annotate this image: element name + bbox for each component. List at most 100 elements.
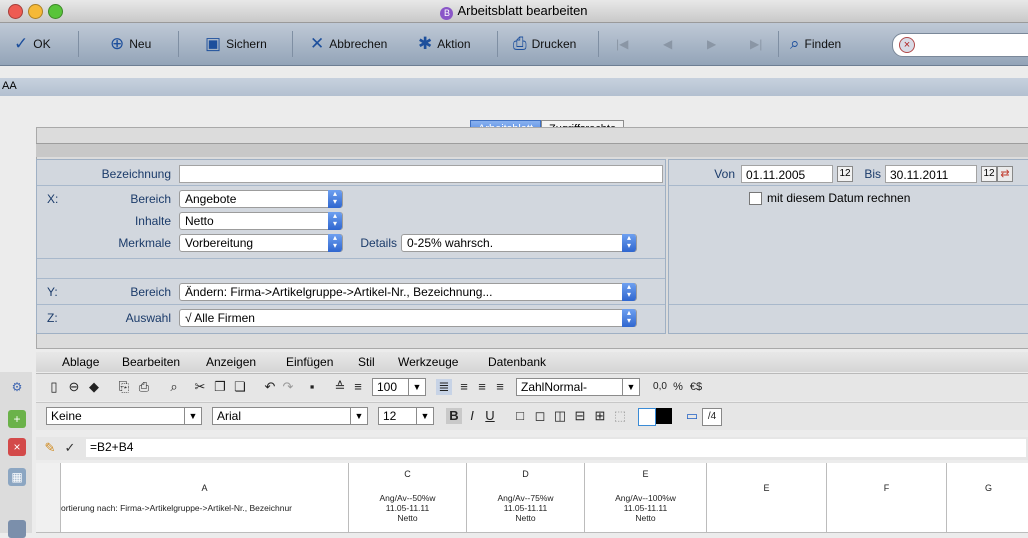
print-icon[interactable]: ⎙ [136,379,152,395]
clear-search-icon[interactable]: × [899,37,915,53]
column-count-button[interactable]: /4 [702,408,722,426]
justify-icon[interactable]: ≡ [492,379,508,395]
paste-icon[interactable]: ❏ [232,379,248,395]
align-left-icon[interactable]: ≣ [436,379,452,395]
zoom-select[interactable]: 100 ▼ [372,378,426,396]
last-icon: ▶| [750,37,763,51]
menu-datenbank[interactable]: Datenbank [488,355,546,369]
bis-date-field[interactable]: 30.11.2011 [885,165,977,183]
calculator-icon[interactable]: ▦ [8,468,26,486]
last-record-button[interactable]: ▶| [750,33,762,55]
inhalte-label: Inhalte [134,214,171,228]
von-date-field[interactable]: 01.11.2005 [741,165,833,183]
border-none-icon[interactable]: □ [512,408,528,424]
bezeichnung-field[interactable] [179,165,663,183]
redo-icon[interactable]: ↷ [280,379,296,395]
italic-button[interactable]: I [464,408,480,424]
new-button[interactable]: ⊕ Neu [110,33,151,55]
new-doc-icon[interactable]: ▯ [46,379,62,395]
details-select[interactable]: 0-25% wahrsch. ▴ ▾ [401,234,637,252]
formula-input[interactable]: =B2+B4 [86,439,1026,457]
remove-sheet-icon[interactable]: × [8,438,26,456]
menu-ablage[interactable]: Ablage [62,355,99,369]
y-bereich-select[interactable]: Ändern: Firma->Artikelgruppe->Artikel-Nr… [179,283,637,301]
find-icon[interactable]: ⌕ [166,379,182,395]
number-format-button[interactable]: 0,0 [648,379,672,395]
menu-anzeigen[interactable]: Anzeigen [206,355,256,369]
details-label: Details [360,236,397,250]
formula-bar: ✎ ✓ =B2+B4 [36,437,1028,460]
gear-icon[interactable]: ⚙ [8,378,26,396]
column-e-header[interactable]: E Ang/Av--100%w 11.05-11.11 Netto [585,463,707,533]
spreadsheet-grid: A ortierung nach: Firma->Artikelgruppe->… [36,463,1028,533]
fill-color-icon[interactable] [638,408,656,426]
column-e2-header[interactable]: E [707,463,827,533]
copy-icon[interactable]: ❐ [212,379,228,395]
calendar-icon[interactable]: 12 [837,166,853,182]
first-record-button[interactable]: |◀ [616,33,628,55]
column-f-header[interactable]: F [827,463,947,533]
next-record-button[interactable]: ▶ [707,33,716,55]
print-button[interactable]: ⎙ Drucken [513,33,576,55]
bezeichnung-label: Bezeichnung [101,167,171,181]
cancel-edit-icon[interactable]: ✎ [42,440,58,456]
row-header-corner[interactable] [36,463,61,533]
border-outline-icon[interactable]: ◻ [532,408,548,424]
menu-werkzeuge[interactable]: Werkzeuge [398,355,458,369]
bereich-select[interactable]: Angebote ▴ ▾ [179,190,343,208]
first-icon: |◀ [616,37,629,51]
open-icon[interactable]: ⊖ [66,379,82,395]
date-checkbox[interactable] [749,192,762,205]
cell-style-select[interactable]: ZahlNormal- ▼ [516,378,640,396]
border-horizontal-icon[interactable]: ⊟ [572,408,588,424]
font-size-select[interactable]: 12 ▼ [378,407,434,425]
scroll-icon[interactable] [8,520,26,538]
text-color-icon[interactable] [656,408,672,424]
auswahl-select[interactable]: √ Alle Firmen ▴ ▾ [179,309,637,327]
search-input[interactable]: × [892,33,1028,57]
preview-icon[interactable]: ⎘ [116,379,132,395]
menu-stil[interactable]: Stil [358,355,375,369]
column-a-header[interactable]: A ortierung nach: Firma->Artikelgruppe->… [61,463,349,533]
font-toolbar: Keine ▼ Arial ▼ 12 ▼ B I U □ ◻ ◫ ⊟ ⊞ ⬚ ▭ /4 [36,402,1028,430]
ok-button[interactable]: ✓ OK [14,33,51,55]
column-c-header[interactable]: C Ang/Av--50%w 11.05-11.11 Netto [349,463,467,533]
add-sheet-icon[interactable]: + [8,410,26,428]
font-select[interactable]: Arial ▼ [212,407,368,425]
border-all-icon[interactable]: ⊞ [592,408,608,424]
save-button[interactable]: ▣ Sichern [205,33,267,55]
underline-button[interactable]: U [482,408,498,424]
merge-icon[interactable]: ▪ [304,379,320,395]
column-d-header[interactable]: D Ang/Av--75%w 11.05-11.11 Netto [467,463,585,533]
cancel-button[interactable]: ✕ Abbrechen [310,33,387,55]
sort-desc-icon[interactable]: ≡ [350,379,366,395]
menu-einfuegen[interactable]: Einfügen [286,355,333,369]
confirm-edit-icon[interactable]: ✓ [62,440,78,456]
previous-record-button[interactable]: ◀ [663,33,672,55]
save-icon[interactable]: ◆ [86,379,102,395]
percent-format-button[interactable]: % [670,379,686,395]
action-button[interactable]: ✱ Aktion [418,33,471,55]
border-style-select[interactable]: Keine ▼ [46,407,202,425]
inhalte-select[interactable]: Netto ▴ ▾ [179,212,343,230]
window-title: Arbeitsblatt bearbeiten [457,3,588,18]
align-center-icon[interactable]: ≡ [456,379,472,395]
merkmale-select[interactable]: Vorbereitung ▴ ▾ [179,234,343,252]
sort-asc-icon[interactable]: ≙ [332,379,348,395]
y-bereich-label: Bereich [130,285,171,299]
border-dotted-icon[interactable]: ⬚ [612,408,628,424]
cut-icon[interactable]: ✂ [192,379,208,395]
menu-bearbeiten[interactable]: Bearbeiten [122,355,180,369]
swap-dates-icon[interactable]: ⇄ [997,166,1013,182]
find-button[interactable]: ⌕ Finden [790,33,841,55]
column-g-header[interactable]: G [947,463,1028,533]
border-vertical-icon[interactable]: ◫ [552,408,568,424]
undo-icon[interactable]: ↶ [262,379,278,395]
updown-icon: ▴ ▾ [622,309,636,327]
calendar-icon[interactable]: 12 [981,166,997,182]
window-icon[interactable]: ▭ [684,408,700,424]
currency-icon[interactable]: €$ [688,379,704,395]
align-right-icon[interactable]: ≡ [474,379,490,395]
chevron-down-icon: ▼ [184,408,201,424]
bold-button[interactable]: B [446,408,462,424]
